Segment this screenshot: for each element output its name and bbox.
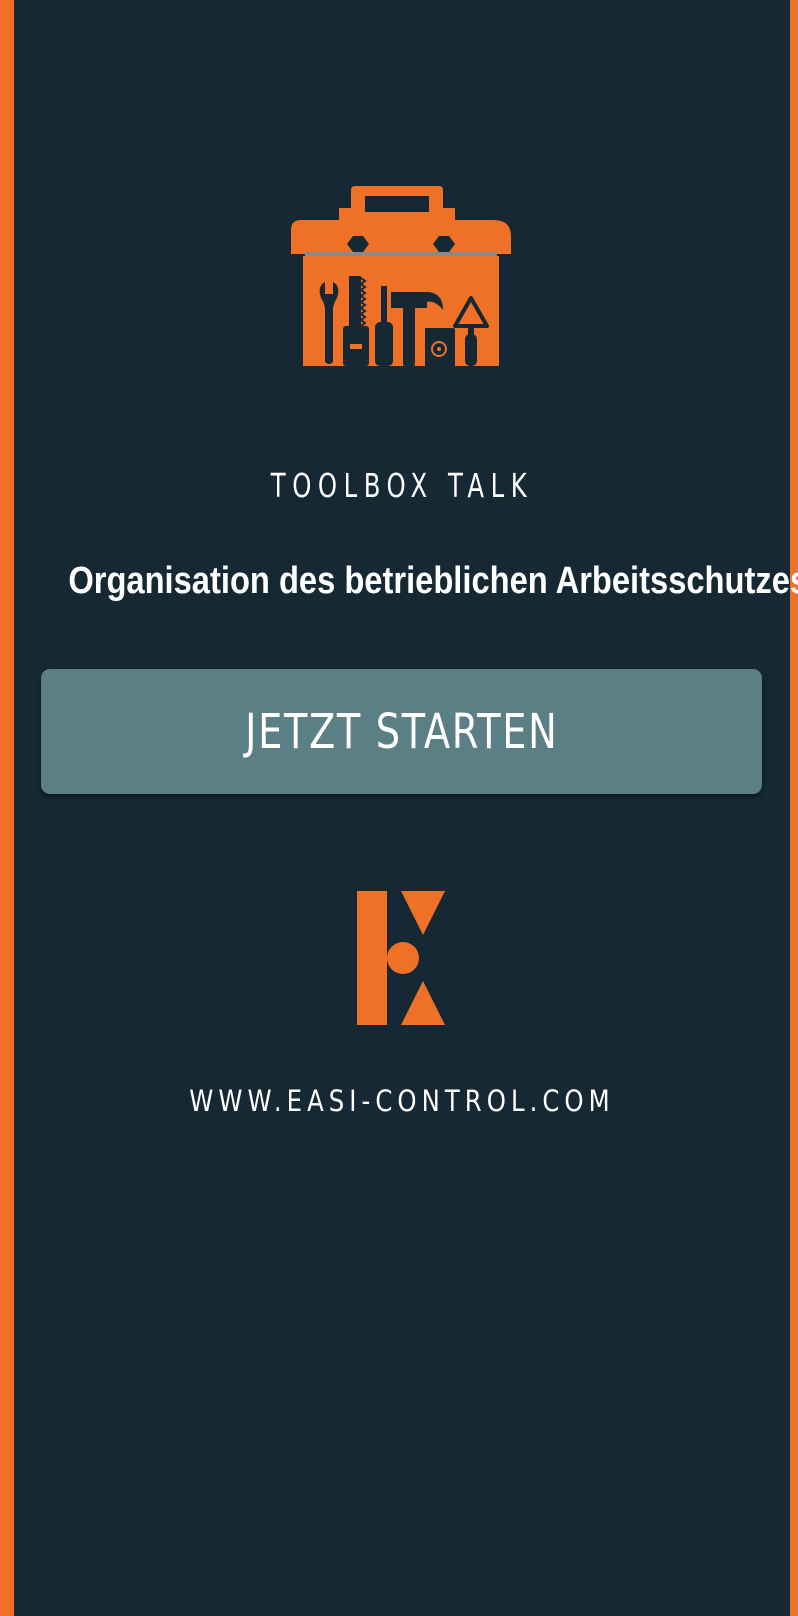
start-button[interactable]: JETZT STARTEN	[41, 669, 762, 794]
accent-border-right	[790, 0, 798, 1616]
start-button-label: JETZT STARTEN	[244, 703, 559, 760]
app-title: TOOLBOX TALK	[270, 466, 534, 505]
topic-title: Organisation des betrieblichen Arbeitssc…	[68, 560, 798, 602]
easi-control-logo-icon	[357, 891, 445, 1025]
website-link[interactable]: WWW.EASI-CONTROL.COM	[76, 1083, 728, 1119]
app-screen: TOOLBOX TALK Organisation des betrieblic…	[0, 0, 798, 1616]
toolbox-icon	[291, 186, 511, 366]
accent-border-left	[0, 0, 14, 1616]
